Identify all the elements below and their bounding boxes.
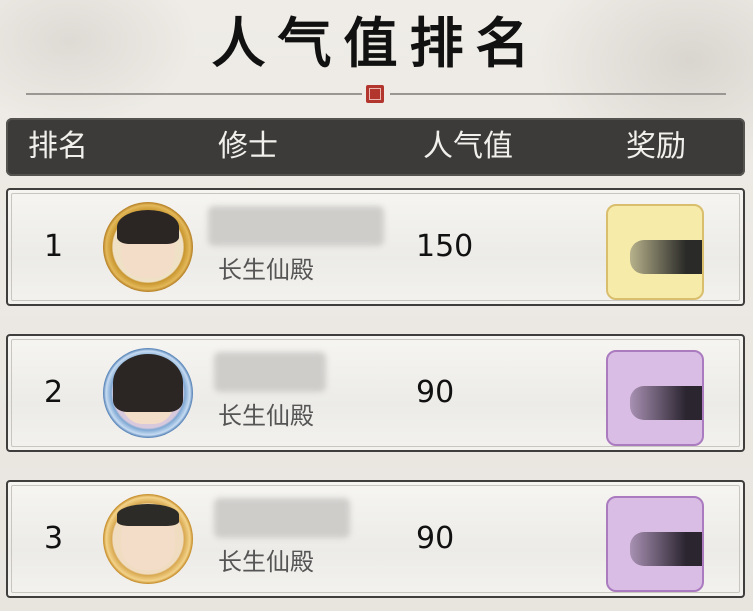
ranking-table-header: 排名 修士 人气值 奖励 [6, 118, 745, 176]
title-divider-left [26, 93, 362, 95]
seal-icon [366, 85, 384, 103]
header-rank: 排名 [28, 129, 88, 164]
header-player: 修士 [218, 129, 278, 164]
popularity-value: 150 [416, 229, 474, 264]
page-title: 人气值排名 [211, 11, 542, 75]
rank-number: 3 [44, 521, 64, 556]
ranking-row[interactable]: 2 长生仙殿 90 [6, 334, 745, 452]
reward-item-button[interactable] [606, 496, 704, 592]
player-name-redacted [214, 352, 326, 392]
avatar[interactable] [103, 348, 193, 438]
popularity-value: 90 [416, 375, 455, 410]
rank-number: 2 [44, 375, 64, 410]
reward-item-icon [630, 386, 702, 420]
ranking-row[interactable]: 3 长生仙殿 90 [6, 480, 745, 598]
header-popularity: 人气值 [423, 129, 513, 164]
player-name-redacted [214, 498, 350, 538]
reward-item-button[interactable] [606, 350, 704, 446]
avatar[interactable] [103, 202, 193, 292]
guild-name: 长生仙殿 [218, 548, 314, 576]
reward-item-icon [630, 240, 702, 274]
reward-item-button[interactable] [606, 204, 704, 300]
reward-item-icon [630, 532, 702, 566]
player-name-redacted [208, 206, 384, 246]
popularity-value: 90 [416, 521, 455, 556]
title-divider-right [390, 93, 726, 95]
avatar[interactable] [103, 494, 193, 584]
guild-name: 长生仙殿 [218, 402, 314, 430]
ranking-row[interactable]: 1 长生仙殿 150 [6, 188, 745, 306]
rank-number: 1 [44, 229, 64, 264]
guild-name: 长生仙殿 [218, 256, 314, 284]
header-reward: 奖励 [626, 129, 686, 164]
